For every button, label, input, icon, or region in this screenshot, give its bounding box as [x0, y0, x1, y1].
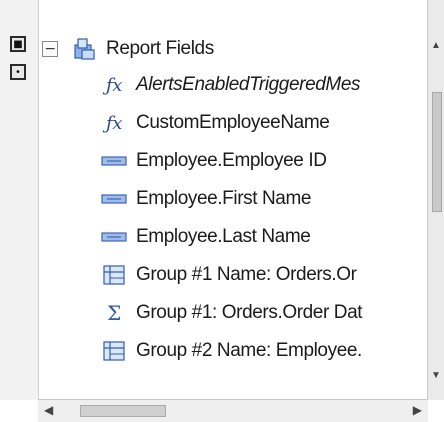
- tree-item-label: Group #1 Name: Orders.Or: [136, 264, 357, 285]
- tree-item-field[interactable]: Employee.Employee ID: [100, 144, 327, 178]
- database-field-icon: [100, 149, 128, 173]
- tree-item-label: AlertsEnabledTriggeredMes: [136, 74, 361, 95]
- tree-item-label: Employee.Last Name: [136, 226, 311, 247]
- tree-item-label: Group #1: Orders.Order Dat: [136, 302, 363, 323]
- gutter-mark-icon: ■: [13, 38, 23, 50]
- report-fields-folder-icon: [70, 37, 98, 61]
- scroll-right-icon[interactable]: ▶: [413, 403, 422, 417]
- tree-root-report-fields[interactable]: − Report Fields: [42, 32, 214, 66]
- scroll-down-icon[interactable]: ▼: [431, 370, 441, 381]
- horizontal-scroll-thumb[interactable]: [80, 405, 166, 417]
- scroll-left-icon[interactable]: ◀: [44, 403, 53, 417]
- collapse-toggle[interactable]: −: [42, 41, 58, 57]
- tree-item-label: CustomEmployeeName: [136, 112, 330, 133]
- formula-icon: ƒx: [105, 112, 122, 134]
- scroll-up-icon[interactable]: ▲: [431, 40, 441, 51]
- group-name-icon: [100, 339, 128, 363]
- summary-icon: Σ: [107, 301, 121, 325]
- database-field-icon: [100, 225, 128, 249]
- group-name-icon: [100, 263, 128, 287]
- tree-item-field[interactable]: Group #1 Name: Orders.Or: [100, 258, 357, 292]
- horizontal-scrollbar[interactable]: ◀ ▶: [38, 399, 428, 422]
- tree-item-field[interactable]: Σ Group #1: Orders.Order Dat: [100, 296, 362, 330]
- report-fields-panel: ■ • − Report Fields ƒx AlertsEnabledTrig…: [0, 0, 444, 422]
- tree-item-label: Group #2 Name: Employee.: [136, 340, 362, 361]
- tree-root-label: Report Fields: [106, 38, 214, 59]
- gutter-toggle-button-2[interactable]: •: [10, 64, 26, 80]
- vertical-scroll-thumb[interactable]: [432, 92, 442, 212]
- gutter-toggle-button-1[interactable]: ■: [10, 36, 26, 52]
- tree-item-field[interactable]: ƒx AlertsEnabledTriggeredMes: [100, 68, 361, 102]
- tree-item-field[interactable]: ƒx CustomEmployeeName: [100, 106, 330, 140]
- database-field-icon: [100, 187, 128, 211]
- gutter-dot-icon: •: [15, 66, 21, 78]
- left-gutter: ■ •: [0, 0, 39, 400]
- tree-item-label: Employee.Employee ID: [136, 150, 327, 171]
- tree-item-field[interactable]: Employee.Last Name: [100, 220, 311, 254]
- tree-item-label: Employee.First Name: [136, 188, 312, 209]
- tree-item-field[interactable]: Group #2 Name: Employee.: [100, 334, 362, 368]
- vertical-scrollbar[interactable]: ▲ ▼: [427, 0, 444, 400]
- field-tree: − Report Fields ƒx AlertsEnabledTriggere…: [42, 26, 428, 388]
- tree-item-field[interactable]: Employee.First Name: [100, 182, 311, 216]
- formula-icon: ƒx: [105, 74, 122, 96]
